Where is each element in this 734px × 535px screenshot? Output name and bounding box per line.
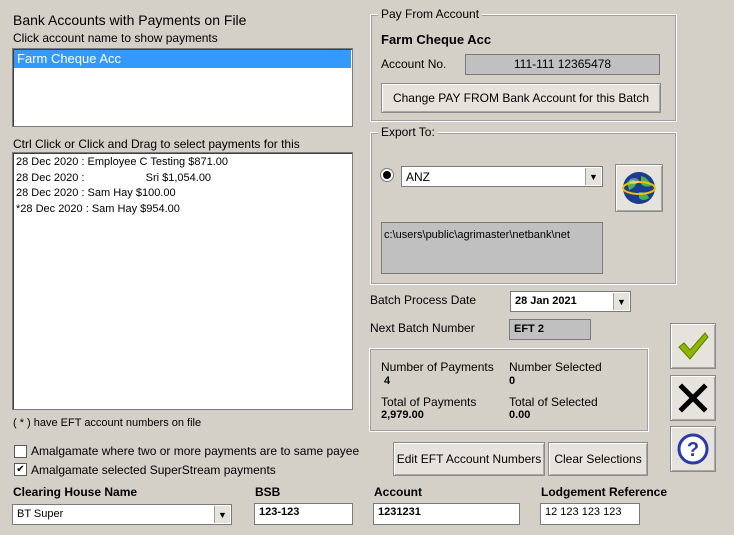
export-bank-select[interactable]: ANZ ▼ bbox=[401, 166, 603, 187]
bsb-label: BSB bbox=[255, 485, 281, 499]
close-x-icon bbox=[678, 383, 708, 413]
total-selected-value: 0.00 bbox=[509, 409, 531, 421]
chevron-down-icon[interactable]: ▼ bbox=[585, 168, 601, 185]
payment-item[interactable]: 28 Dec 2020 : Sri $1,054.00 bbox=[16, 171, 228, 187]
account-label: Account bbox=[374, 485, 422, 499]
amalgamate-label: Amalgamate where two or more payments ar… bbox=[31, 444, 360, 458]
export-bank-value: ANZ bbox=[406, 170, 430, 184]
pay-from-account-name: Farm Cheque Acc bbox=[381, 32, 492, 47]
num-selected-label: Number Selected bbox=[509, 360, 602, 374]
batch-date-label: Batch Process Date bbox=[370, 293, 477, 307]
accounts-subheading: Click account name to show payments bbox=[13, 31, 218, 45]
lodgement-field[interactable]: 12 123 123 123 bbox=[540, 503, 640, 525]
help-question-icon: ? bbox=[677, 433, 709, 465]
batch-number-label: Next Batch Number bbox=[370, 321, 475, 335]
help-button[interactable]: ? bbox=[670, 426, 716, 472]
globe-icon bbox=[622, 172, 656, 204]
clearing-house-label: Clearing House Name bbox=[13, 485, 138, 499]
accounts-heading: Bank Accounts with Payments on File bbox=[13, 12, 247, 28]
bsb-field[interactable]: 123-123 bbox=[254, 503, 353, 525]
payment-item[interactable]: 28 Dec 2020 : Sam Hay $100.00 bbox=[16, 186, 228, 202]
cancel-button[interactable] bbox=[670, 375, 716, 421]
eft-note: ( * ) have EFT account numbers on file bbox=[13, 417, 202, 429]
globe-button[interactable] bbox=[615, 164, 663, 212]
pay-from-title: Pay From Account bbox=[378, 7, 483, 21]
num-payments-value: 4 bbox=[384, 375, 391, 387]
superstream-label: Amalgamate selected SuperStream payments bbox=[31, 463, 276, 477]
superstream-checkbox[interactable]: ✔ bbox=[14, 463, 27, 476]
batch-number-field: EFT 2 bbox=[509, 319, 591, 340]
export-title: Export To: bbox=[378, 125, 438, 139]
total-selected-label: Total of Selected bbox=[509, 395, 598, 409]
clear-selections-button[interactable]: Clear Selections bbox=[548, 442, 648, 476]
export-radio[interactable] bbox=[383, 171, 391, 179]
accounts-list[interactable]: Farm Cheque Acc bbox=[12, 48, 353, 127]
account-item-farm-cheque[interactable]: Farm Cheque Acc bbox=[14, 50, 351, 68]
account-no-field: 111-111 12365478 bbox=[465, 54, 660, 75]
amalgamate-checkbox[interactable] bbox=[14, 445, 27, 458]
change-pay-from-button[interactable]: Change PAY FROM Bank Account for this Ba… bbox=[381, 83, 661, 113]
chevron-down-icon[interactable]: ▼ bbox=[613, 293, 629, 310]
total-payments-value: 2,979.00 bbox=[381, 409, 424, 421]
batch-date-value: 28 Jan 2021 bbox=[515, 295, 577, 307]
payments-heading: Ctrl Click or Click and Drag to select p… bbox=[13, 137, 300, 151]
export-path-field: c:\users\public\agrimaster\netbank\net bbox=[381, 222, 603, 274]
lodgement-label: Lodgement Reference bbox=[541, 485, 668, 499]
clearing-house-select[interactable]: BT Super ▼ bbox=[12, 504, 232, 525]
batch-date-picker[interactable]: 28 Jan 2021 ▼ bbox=[510, 291, 631, 312]
payments-list[interactable]: 28 Dec 2020 : Employee C Testing $871.00… bbox=[12, 152, 353, 410]
chevron-down-icon[interactable]: ▼ bbox=[214, 506, 230, 523]
num-payments-label: Number of Payments bbox=[381, 360, 494, 374]
clearing-house-value: BT Super bbox=[17, 508, 64, 520]
payment-item[interactable]: 28 Dec 2020 : Employee C Testing $871.00 bbox=[16, 155, 228, 171]
edit-eft-button[interactable]: Edit EFT Account Numbers bbox=[393, 442, 545, 476]
account-no-label: Account No. bbox=[381, 57, 447, 71]
ok-button[interactable] bbox=[670, 323, 716, 369]
num-selected-value: 0 bbox=[509, 375, 516, 387]
svg-text:?: ? bbox=[687, 439, 699, 461]
total-payments-label: Total of Payments bbox=[381, 395, 477, 409]
account-field[interactable]: 1231231 bbox=[373, 503, 520, 525]
checkmark-icon bbox=[678, 332, 709, 360]
payment-item[interactable]: *28 Dec 2020 : Sam Hay $954.00 bbox=[16, 202, 228, 218]
